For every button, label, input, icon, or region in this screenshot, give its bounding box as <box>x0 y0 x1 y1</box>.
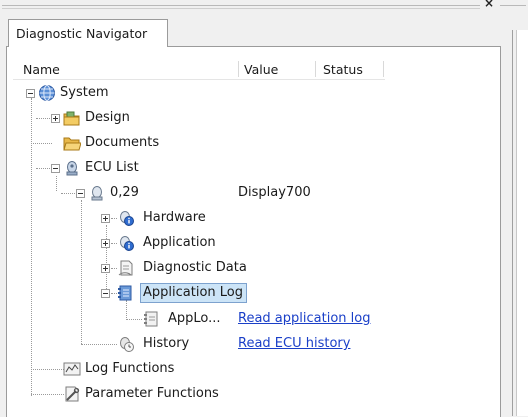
info-gear-icon <box>120 211 134 226</box>
node-label: History <box>143 336 190 351</box>
collapse-icon[interactable] <box>26 89 35 98</box>
tree-node-ecu-list[interactable]: ECU List <box>20 157 380 179</box>
folder-open-icon <box>63 137 81 151</box>
info-gear-icon <box>120 236 134 251</box>
tree-line <box>81 200 82 344</box>
node-label: Application Log <box>143 285 243 300</box>
expand-icon[interactable] <box>101 239 110 248</box>
log-entry-icon <box>144 311 158 327</box>
globe-icon <box>39 85 55 101</box>
node-label: System <box>60 85 109 100</box>
expand-icon[interactable] <box>51 114 60 123</box>
folder-icon <box>63 111 80 126</box>
node-label: Diagnostic Data <box>143 260 247 275</box>
tree-node-hardware[interactable]: Hardware <box>95 207 375 229</box>
expand-icon[interactable] <box>101 214 110 223</box>
tree-node-documents[interactable]: Documents <box>45 132 375 154</box>
tree-node-system[interactable]: System <box>20 82 380 104</box>
tab-label: Diagnostic Navigator <box>16 26 148 41</box>
read-application-log-link[interactable]: Read application log <box>238 311 370 326</box>
node-label: Documents <box>85 135 160 150</box>
tree-node-ecu-0-29[interactable]: 0,29 Display700 <box>70 182 380 204</box>
tree-view: System Design Documents ECU List 0,29 Di… <box>0 0 528 416</box>
node-label: Parameter Functions <box>85 386 219 401</box>
document-icon <box>118 260 133 276</box>
tree-node-diagnostic-data[interactable]: Diagnostic Data <box>95 257 375 279</box>
tree-node-application-log[interactable]: Application Log <box>95 282 375 304</box>
wrench-icon <box>65 386 80 402</box>
log-functions-icon <box>63 362 81 376</box>
log-icon <box>118 285 132 301</box>
ecu-icon <box>91 186 103 201</box>
collapse-icon[interactable] <box>76 189 85 198</box>
node-label: ECU List <box>85 160 139 175</box>
tree-node-history[interactable]: History Read ECU history <box>95 333 375 355</box>
collapse-icon[interactable] <box>51 164 60 173</box>
history-icon <box>120 337 134 352</box>
node-label: Design <box>85 110 130 125</box>
tree-node-design[interactable]: Design <box>45 107 375 129</box>
node-label: 0,29 <box>110 185 139 200</box>
tree-node-parameter-functions[interactable]: Parameter Functions <box>45 383 375 405</box>
tree-node-log-functions[interactable]: Log Functions <box>45 358 375 380</box>
node-label: Hardware <box>143 210 206 225</box>
node-label: AppLo... <box>168 311 221 326</box>
expand-icon[interactable] <box>101 264 110 273</box>
node-value: Display700 <box>238 185 311 200</box>
node-label: Application <box>143 235 216 250</box>
node-label: Log Functions <box>85 361 175 376</box>
tab-diagnostic-navigator[interactable]: Diagnostic Navigator <box>8 19 168 47</box>
tree-node-application[interactable]: Application <box>95 232 375 254</box>
ecu-list-icon <box>66 161 78 176</box>
read-ecu-history-link[interactable]: Read ECU history <box>238 336 350 351</box>
collapse-icon[interactable] <box>101 289 110 298</box>
tree-node-applog-entry[interactable]: AppLo... Read application log <box>140 308 380 330</box>
